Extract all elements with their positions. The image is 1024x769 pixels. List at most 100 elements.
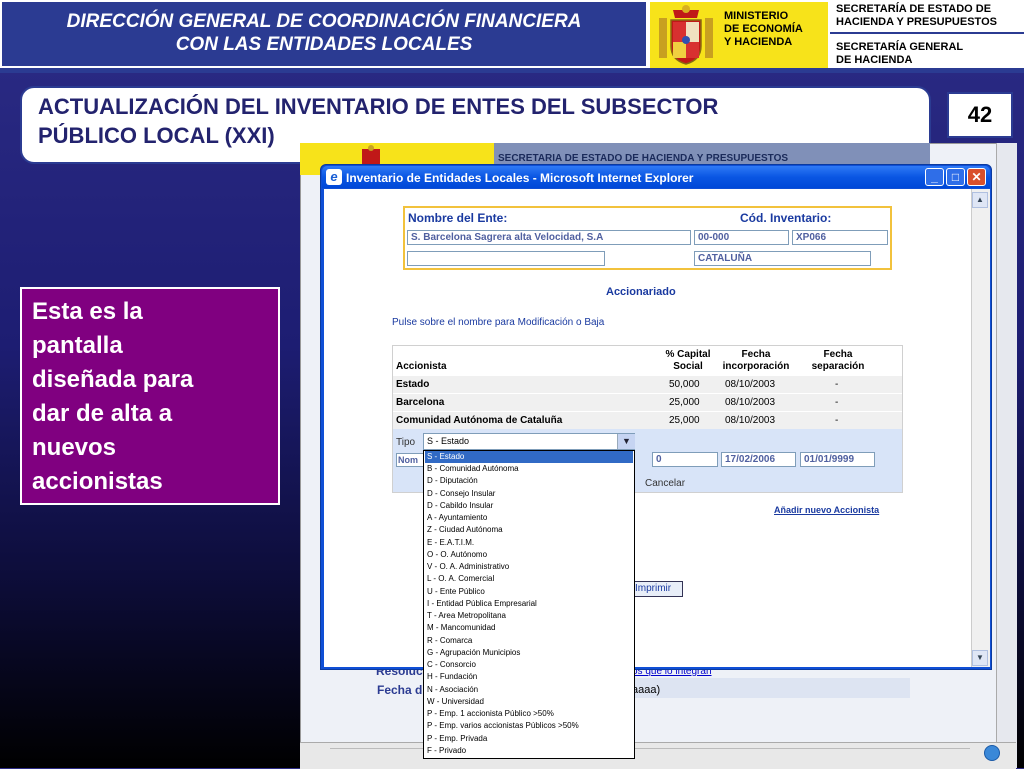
sep-header-line1: Fecha [823, 349, 853, 360]
header-divider [830, 32, 1024, 34]
window-scrollbar[interactable] [971, 189, 990, 667]
scroll-up-icon[interactable]: ▲ [972, 192, 988, 208]
dropdown-option[interactable]: L - O. A. Comercial [425, 573, 633, 585]
add-accionista-link[interactable]: Añadir nuevo Accionista [774, 505, 879, 515]
codigo-field-1[interactable]: 00-000 [694, 230, 789, 245]
maximize-button[interactable]: □ [946, 168, 965, 186]
capital-header-line1: % Capital [665, 349, 711, 360]
column-header-separacion: Fecha separación [800, 349, 876, 373]
chevron-down-icon[interactable]: ▼ [617, 434, 635, 449]
dropdown-option[interactable]: C - Consorcio [425, 659, 633, 671]
fecha-separacion-field[interactable]: 01/01/9999 [800, 452, 875, 467]
minimize-button[interactable]: _ [925, 168, 944, 186]
table-row[interactable]: Estado 50,000 08/10/2003 - [393, 375, 902, 394]
callout-line: nuevos [32, 434, 117, 461]
tipo-label: Tipo [396, 437, 416, 448]
dropdown-option[interactable]: Z - Ciudad Autónoma [425, 524, 633, 536]
header-underline [0, 68, 1024, 73]
dropdown-option[interactable]: W - Universidad [425, 696, 633, 708]
dropdown-option[interactable]: H - Fundación [425, 671, 633, 683]
dropdown-option[interactable]: M - Mancomunidad [425, 622, 633, 634]
page-number: 42 [947, 92, 1013, 138]
inc-header-line1: Fecha [741, 349, 771, 360]
sep-header-line2: separación [811, 361, 865, 372]
dropdown-option[interactable]: P - Emp. varios accionistas Públicos >50… [425, 720, 633, 732]
background-fecha-hint: aaaa) [632, 684, 661, 696]
row-separacion: - [835, 397, 839, 408]
tipo-select[interactable]: S - Estado [423, 433, 635, 450]
background-fecha-label: Fecha d [377, 683, 423, 697]
instruction-text: Pulse sobre el nombre para Modificación … [392, 317, 605, 328]
dropdown-option[interactable]: P - Emp. Privada [425, 733, 633, 745]
row-accionista[interactable]: Estado [396, 376, 429, 394]
nombre-accionista-field[interactable]: Nom [396, 453, 424, 467]
dropdown-option[interactable]: A - Ayuntamiento [425, 512, 633, 524]
row-capital: 25,000 [669, 397, 700, 408]
coat-of-arms-icon [659, 5, 713, 65]
close-button[interactable]: ✕ [967, 168, 986, 186]
dropdown-option[interactable]: G - Agrupación Municipios [425, 647, 633, 659]
row-accionista[interactable]: Barcelona [396, 394, 444, 412]
sec2-line2: DE HACIENDA [836, 54, 913, 66]
header-title-line1: DIRECCIÓN GENERAL DE COORDINACIÓN FINANC… [66, 11, 582, 32]
ministry-name: MINISTERIO DE ECONOMÍA Y HACIENDA [724, 10, 824, 49]
cancel-button[interactable]: Cancelar [645, 478, 685, 489]
callout-box: Esta es la pantalla diseñada para dar de… [20, 287, 280, 505]
dropdown-option[interactable]: O - O. Autónomo [425, 549, 633, 561]
nombre-field[interactable]: S. Barcelona Sagrera alta Velocidad, S.A [407, 230, 691, 245]
ministry-line1: MINISTERIO [724, 10, 789, 22]
nombre-label: Nombre del Ente: [408, 211, 508, 225]
callout-line: Esta es la [32, 298, 143, 325]
capital-field[interactable]: 0 [652, 452, 718, 467]
sec1-line2: HACIENDA Y PRESUPUESTOS [836, 16, 997, 28]
dropdown-option[interactable]: I - Entidad Pública Empresarial [425, 598, 633, 610]
slide-title: ACTUALIZACIÓN DEL INVENTARIO DE ENTES DE… [38, 92, 898, 150]
column-header-accionista: Accionista [396, 361, 447, 372]
row-incorporacion: 08/10/2003 [725, 397, 776, 408]
header-title: DIRECCIÓN GENERAL DE COORDINACIÓN FINANC… [2, 2, 646, 66]
ie-icon: e [326, 169, 342, 185]
callout-line: pantalla [32, 332, 123, 359]
dropdown-option[interactable]: F - Privado [425, 745, 633, 757]
callout-line: dar de alta a [32, 400, 173, 427]
dropdown-option[interactable]: E - E.A.T.I.M. [425, 537, 633, 549]
row-accionista[interactable]: Comunidad Autónoma de Cataluña [396, 412, 562, 430]
internet-zone-icon [984, 745, 1000, 761]
region-field[interactable]: CATALUÑA [694, 251, 871, 266]
table-row[interactable]: Barcelona 25,000 08/10/2003 - [393, 393, 902, 412]
print-button[interactable]: Imprimir [628, 581, 683, 597]
dropdown-option[interactable]: P - Emp. 1 accionista Público >50% [425, 708, 633, 720]
ministry-line3: Y HACIENDA [724, 36, 793, 48]
dropdown-option[interactable]: B - Comunidad Autónoma [425, 463, 633, 475]
table-row[interactable]: Comunidad Autónoma de Cataluña 25,000 08… [393, 411, 902, 430]
sec1-line1: SECRETARÍA DE ESTADO DE [836, 3, 992, 15]
dropdown-option[interactable]: V - O. A. Administrativo [425, 561, 633, 573]
row-separacion: - [835, 379, 839, 390]
inc-header-line2: incorporación [722, 361, 790, 372]
dropdown-option[interactable]: D - Diputación [425, 475, 633, 487]
scroll-down-icon[interactable]: ▼ [972, 650, 988, 666]
background-banner-text: SECRETARIA DE ESTADO DE HACIENDA Y PRESU… [498, 153, 789, 164]
callout-line: accionistas [32, 468, 163, 495]
dropdown-option[interactable]: R - Comarca [425, 635, 633, 647]
dropdown-option[interactable]: S - Estado [425, 451, 633, 464]
secondary-field[interactable] [407, 251, 605, 266]
codigo-field-2[interactable]: XP066 [792, 230, 888, 245]
dropdown-option[interactable]: T - Area Metropolitana [425, 610, 633, 622]
column-header-incorporacion: Fecha incorporación [716, 349, 796, 373]
callout-line: diseñada para [32, 366, 194, 393]
secretaria-estado: SECRETARÍA DE ESTADO DE HACIENDA Y PRESU… [836, 3, 997, 29]
row-incorporacion: 08/10/2003 [725, 379, 776, 390]
dropdown-option[interactable]: D - Cabildo Insular [425, 500, 633, 512]
sec2-line1: SECRETARÍA GENERAL [836, 41, 964, 53]
dropdown-option[interactable]: D - Consejo Insular [425, 488, 633, 500]
background-scrollbar [996, 143, 1017, 768]
row-capital: 25,000 [669, 415, 700, 426]
slide-title-line2: PÚBLICO LOCAL (XXI) [38, 123, 275, 148]
row-separacion: - [835, 415, 839, 426]
dropdown-option[interactable]: N - Asociación [425, 684, 633, 696]
ministry-line2: DE ECONOMÍA [724, 23, 803, 35]
dropdown-option[interactable]: U - Ente Público [425, 586, 633, 598]
secretaria-general: SECRETARÍA GENERAL DE HACIENDA [836, 41, 963, 67]
fecha-incorporacion-field[interactable]: 17/02/2006 [721, 452, 796, 467]
